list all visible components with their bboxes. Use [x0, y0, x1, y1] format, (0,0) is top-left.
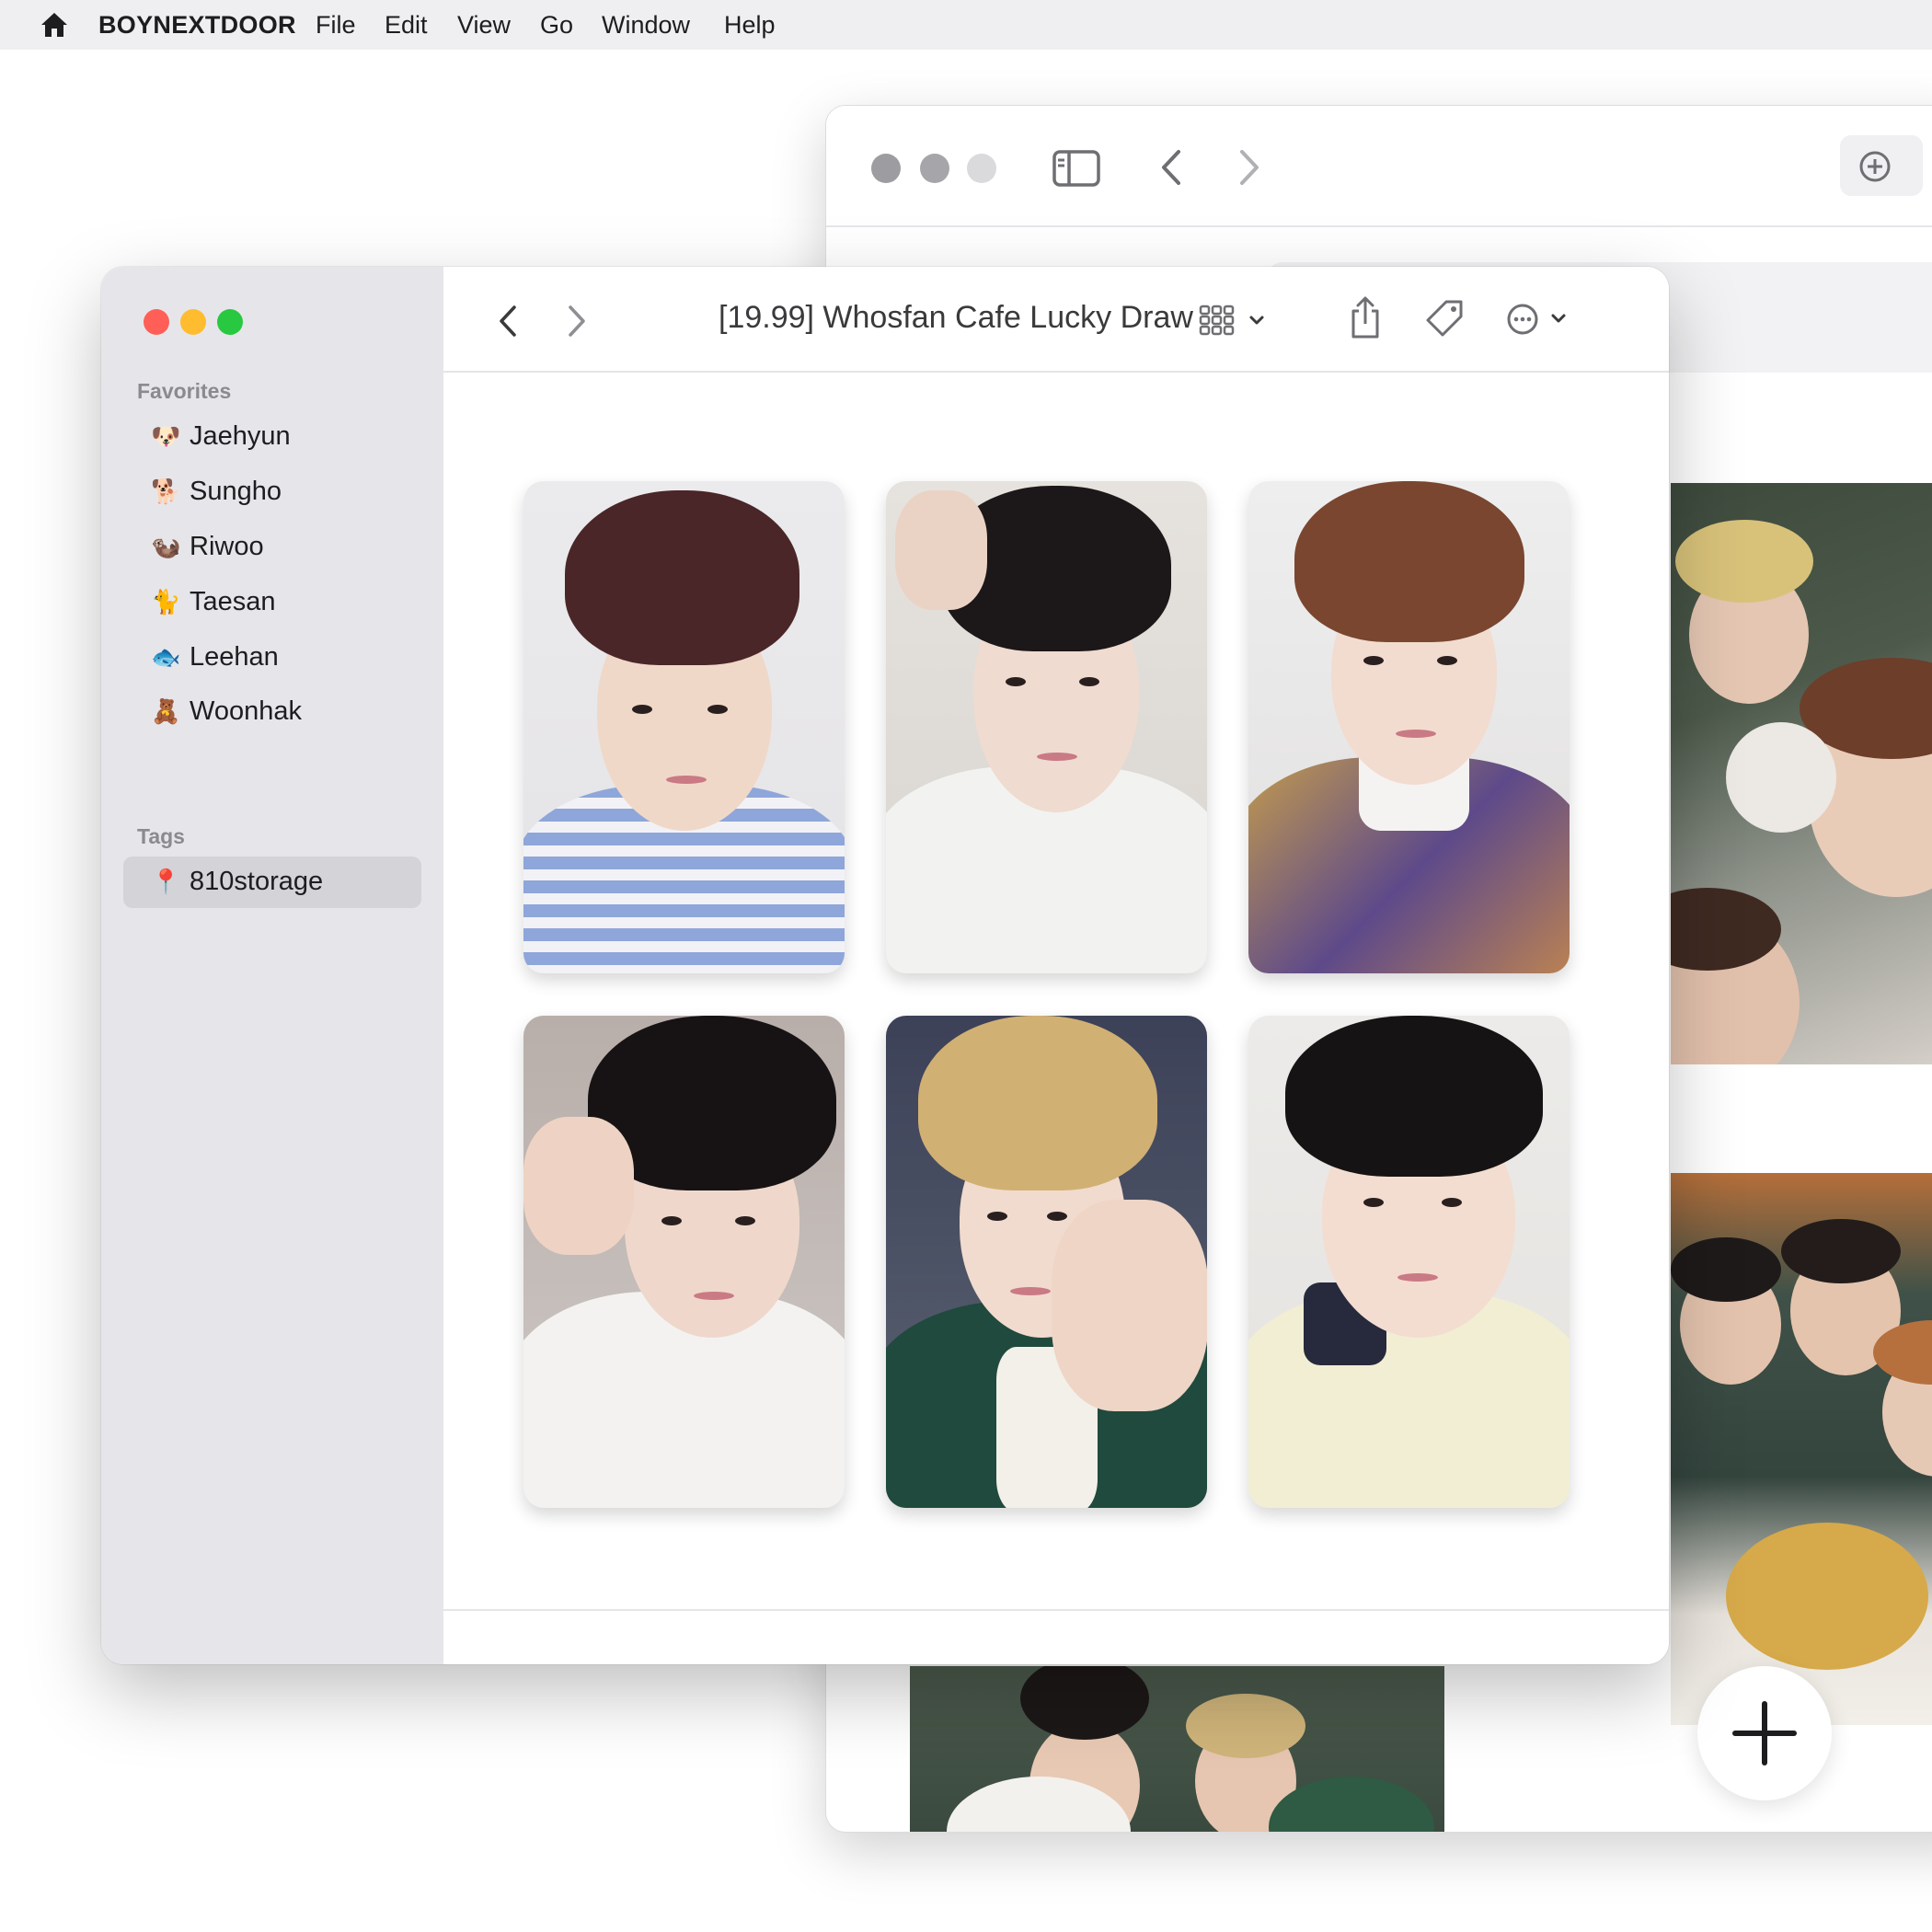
file-grid: [443, 373, 1669, 1600]
sidebar-item-label: Jaehyun: [190, 421, 291, 451]
sidebar-item-woonhak[interactable]: 🧸 Woonhak: [123, 686, 421, 738]
share-icon[interactable]: [1348, 294, 1383, 340]
sidebar-item-label: Riwoo: [190, 532, 264, 561]
menu-view[interactable]: View: [457, 11, 511, 40]
fish-icon: 🐟: [151, 643, 181, 671]
otter-icon: 🦦: [151, 533, 181, 560]
app-name-menu[interactable]: BOYNEXTDOOR: [98, 11, 296, 40]
close-button[interactable]: [144, 309, 169, 335]
sidebar-item-sungho[interactable]: 🐕 Sungho: [123, 466, 421, 518]
new-tab-button[interactable]: [1840, 135, 1923, 196]
group-photo-3[interactable]: [910, 1666, 1444, 1832]
dog-icon: 🐶: [151, 422, 181, 450]
plus-icon: [1732, 1701, 1797, 1765]
tag-icon[interactable]: [1424, 298, 1465, 339]
forward-chevron-icon[interactable]: [1237, 148, 1261, 187]
menu-help[interactable]: Help: [724, 11, 776, 40]
close-button-inactive[interactable]: [871, 154, 901, 183]
tags-section-title: Tags: [137, 824, 185, 848]
sidebar-item-taesan[interactable]: 🐈 Taesan: [123, 577, 421, 628]
sidebar-item-jaehyun[interactable]: 🐶 Jaehyun: [123, 411, 421, 463]
zoom-button-inactive[interactable]: [967, 154, 996, 183]
zoom-button[interactable]: [217, 309, 243, 335]
photocard-file[interactable]: [1248, 481, 1570, 973]
sidebar-item-leehan[interactable]: 🐟 Leehan: [123, 632, 421, 684]
grid-view-icon[interactable]: [1198, 304, 1271, 337]
sidebar-item-label: Taesan: [190, 587, 276, 616]
photocard-file[interactable]: [523, 1016, 845, 1508]
forward-chevron-icon[interactable]: [566, 304, 588, 339]
back-chevron-icon[interactable]: [497, 304, 519, 339]
sidebar-item-riwoo[interactable]: 🦦 Riwoo: [123, 522, 421, 573]
minimize-button-inactive[interactable]: [920, 154, 949, 183]
menu-file[interactable]: File: [316, 11, 356, 40]
sidebar-item-label: 810storage: [190, 867, 324, 896]
group-photo-2[interactable]: [1671, 1173, 1932, 1725]
menu-go[interactable]: Go: [540, 11, 573, 40]
favorites-section-title: Favorites: [137, 379, 232, 403]
sidebar-item-label: Woonhak: [190, 696, 302, 726]
add-button[interactable]: [1697, 1666, 1832, 1800]
group-photo-1[interactable]: [1671, 483, 1932, 1064]
home-icon[interactable]: [40, 12, 68, 38]
dog-icon: 🐕: [151, 477, 181, 505]
finder-toolbar: [19.99] Whosfan Cafe Lucky Draw: [443, 267, 1669, 373]
teddy-bear-icon: 🧸: [151, 697, 181, 725]
more-actions-icon[interactable]: [1507, 302, 1571, 337]
photocard-file[interactable]: [1248, 1016, 1570, 1508]
finder-sidebar: Favorites 🐶 Jaehyun 🐕 Sungho 🦦 Riwoo 🐈 T…: [101, 267, 443, 1664]
cat-icon: 🐈: [151, 588, 181, 615]
status-bar: [443, 1609, 1669, 1664]
menu-edit[interactable]: Edit: [385, 11, 428, 40]
menu-bar: BOYNEXTDOOR File Edit View Go Window Hel…: [0, 0, 1932, 50]
window-title: [19.99] Whosfan Cafe Lucky Draw: [719, 300, 1193, 335]
photocard-file[interactable]: [523, 481, 845, 973]
menu-window[interactable]: Window: [602, 11, 690, 40]
pin-icon: 📍: [151, 868, 181, 895]
sidebar-item-label: Leehan: [190, 642, 279, 672]
sidebar-item-label: Sungho: [190, 477, 282, 506]
back-chevron-icon[interactable]: [1159, 148, 1183, 187]
finder-window: Favorites 🐶 Jaehyun 🐕 Sungho 🦦 Riwoo 🐈 T…: [101, 267, 1669, 1664]
photocard-file[interactable]: [886, 1016, 1207, 1508]
photocard-file[interactable]: [886, 481, 1207, 973]
minimize-button[interactable]: [180, 309, 206, 335]
plus-circle-icon: [1859, 151, 1891, 182]
sidebar-toggle-icon[interactable]: [1052, 150, 1100, 187]
browser-toolbar: [826, 106, 1932, 227]
sidebar-item-810storage[interactable]: 📍 810storage: [123, 857, 421, 908]
